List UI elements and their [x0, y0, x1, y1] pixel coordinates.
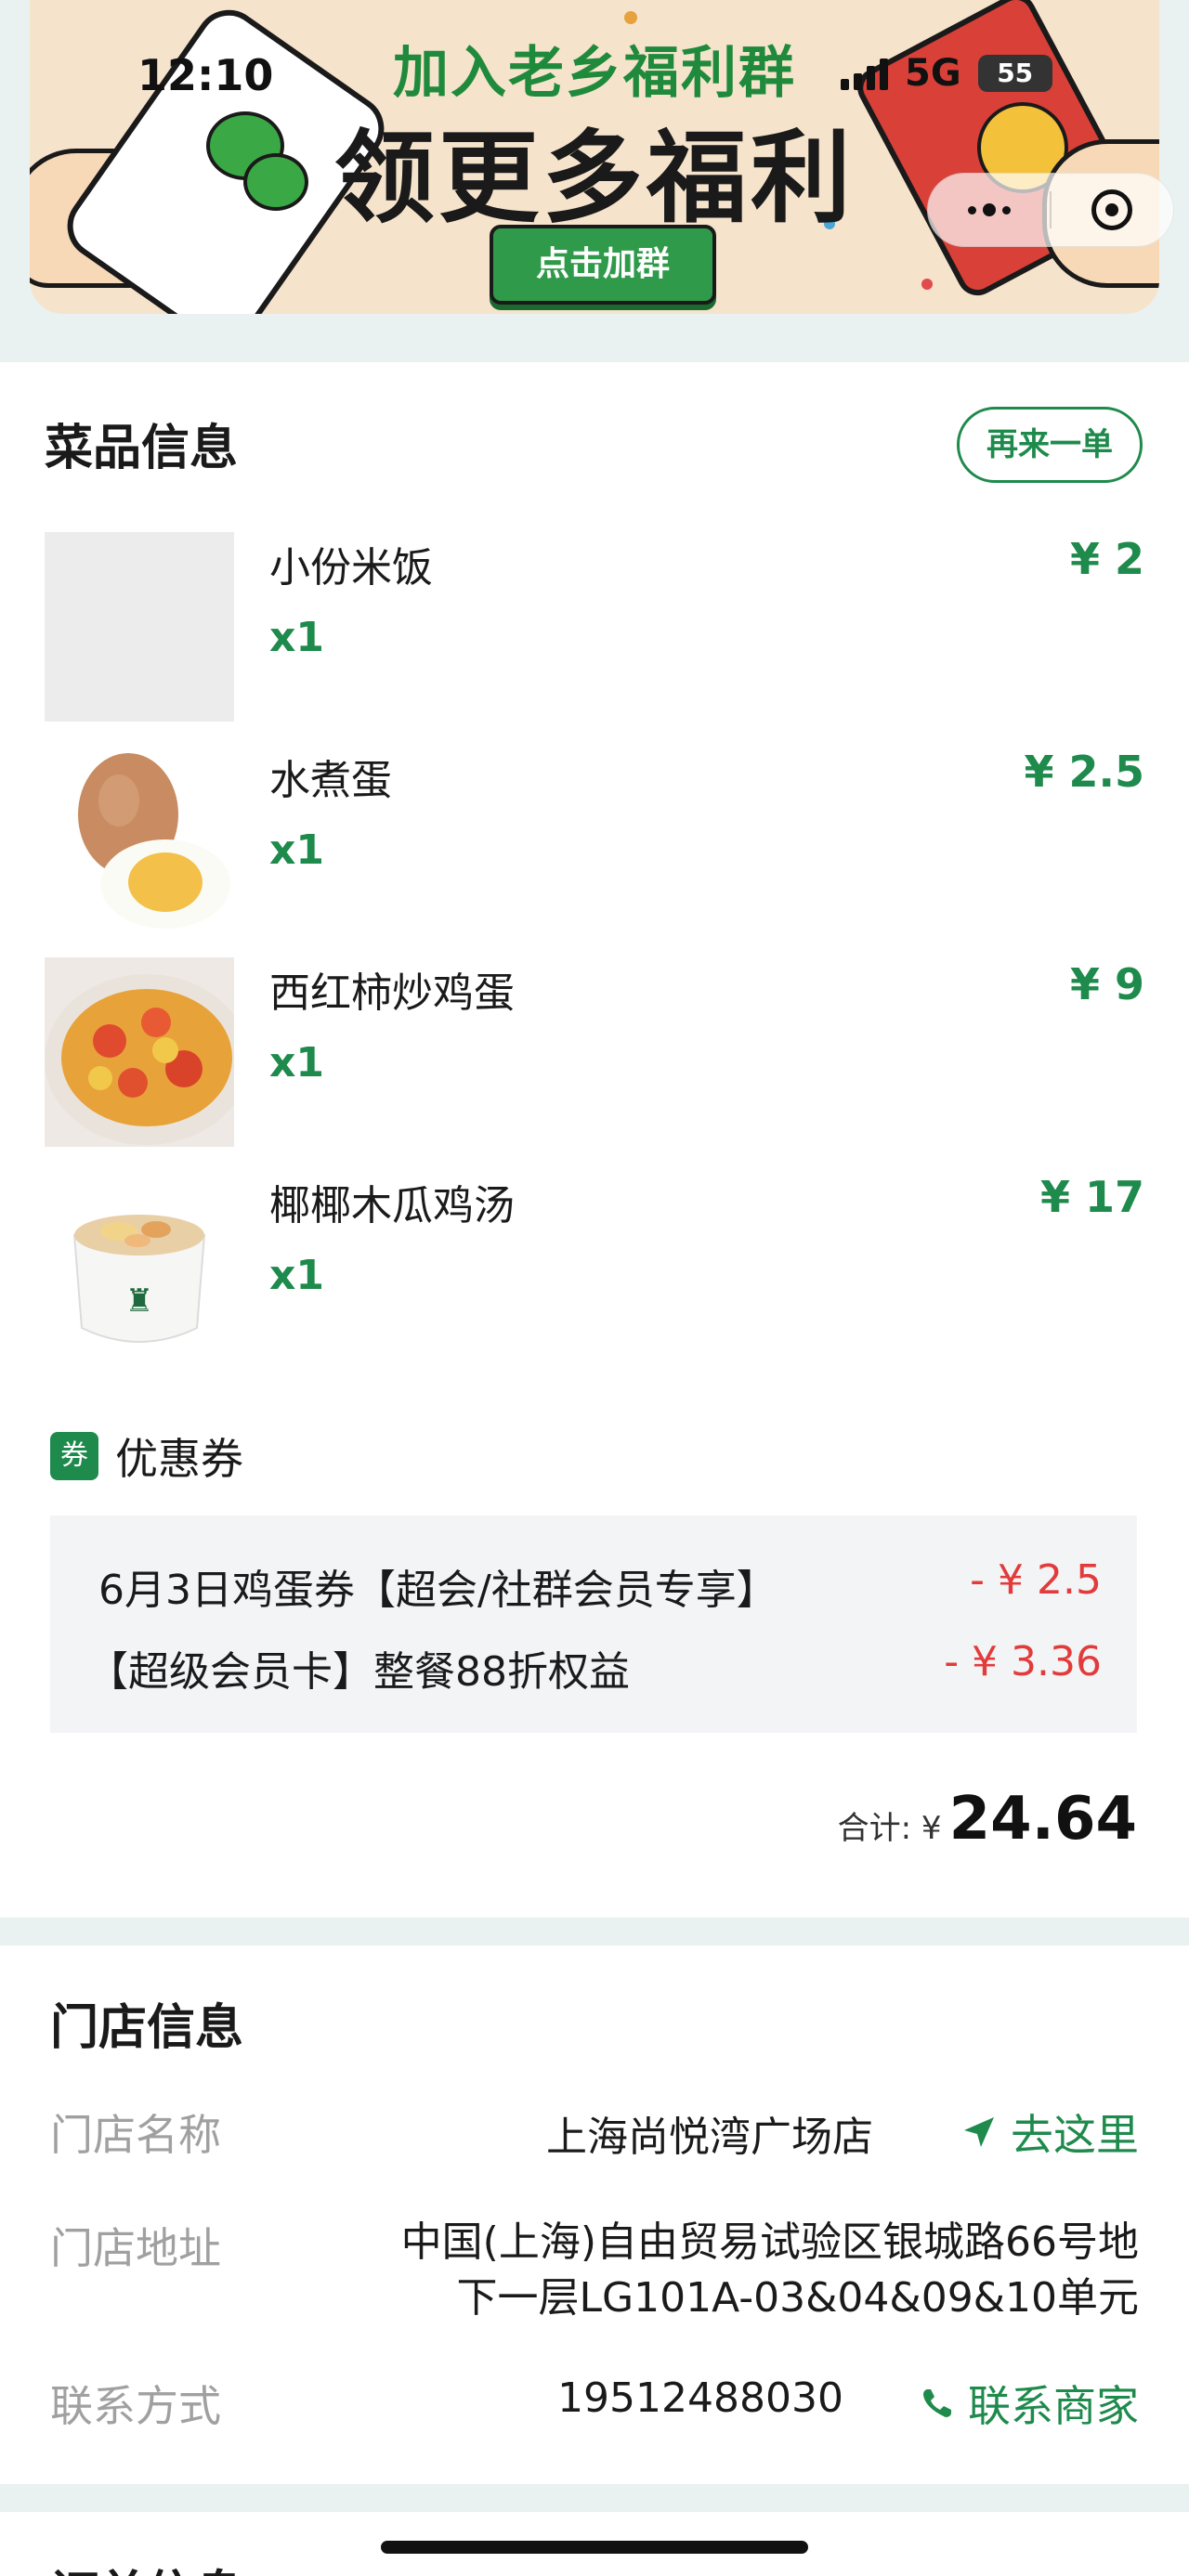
store-card: 门店信息 门店名称 上海尚悦湾广场店 去这里 门店地址 中国(上海)自由贸易试验… — [0, 1945, 1189, 2484]
dish-qty: x1 — [269, 1252, 324, 1299]
coupon-header: 券 优惠券 — [50, 1430, 243, 1484]
battery-icon: 55 — [977, 55, 1052, 92]
store-address-row: 门店地址 中国(上海)自由贸易试验区银城路66号地 下一层LG101A-03&0… — [50, 2215, 1139, 2335]
dish-image-placeholder — [45, 532, 234, 722]
store-address-value: 中国(上海)自由贸易试验区银城路66号地 下一层LG101A-03&04&09&… — [401, 2215, 1139, 2326]
dish-name: 西红柿炒鸡蛋 — [269, 969, 515, 1017]
dish-name: 椰椰木瓜鸡汤 — [269, 1182, 515, 1229]
svg-text:♜: ♜ — [125, 1282, 153, 1320]
total-label: 合计: ¥ — [837, 1810, 942, 1847]
dish-price: ¥ 2.5 — [1024, 747, 1144, 797]
coupon-name: 【超级会员卡】整餐88折权益 — [87, 1648, 630, 1696]
confetti-dot — [921, 279, 933, 290]
coupon-name: 6月3日鸡蛋券【超会/社群会员专享】 — [98, 1567, 777, 1614]
home-indicator[interactable] — [381, 2541, 808, 2554]
tomato-egg-image — [45, 974, 234, 1145]
dish-item: 西红柿炒鸡蛋 x1 ¥ 9 — [45, 957, 1144, 1147]
soup-pot-image: ♜ — [72, 1215, 206, 1343]
dish-name: 小份米饭 — [269, 544, 433, 592]
dish-name: 水煮蛋 — [269, 757, 392, 804]
contact-label: 联系方式 — [50, 2381, 221, 2431]
coupon-label: 优惠券 — [115, 1434, 243, 1484]
store-address-label: 门店地址 — [50, 2223, 221, 2273]
target-circle-icon — [1091, 189, 1133, 230]
address-line: 中国(上海)自由贸易试验区银城路66号地 — [400, 2218, 1139, 2266]
address-line: 下一层LG101A-03&04&09&10单元 — [456, 2274, 1140, 2322]
store-contact-row: 联系方式 19512488030 联系商家 — [50, 2373, 1139, 2431]
store-name-value: 上海尚悦湾广场店 — [546, 2114, 873, 2161]
coupon-amount: - ¥ 2.5 — [970, 1556, 1102, 1604]
navigate-button[interactable]: 去这里 — [960, 2101, 1139, 2163]
status-indicators: 5G 55 — [841, 48, 1052, 98]
dish-price: ¥ 9 — [1069, 959, 1144, 1009]
more-button[interactable] — [928, 174, 1050, 246]
dish-qty: x1 — [269, 614, 324, 661]
dish-price: ¥ 17 — [1039, 1172, 1144, 1222]
contact-merchant-button[interactable]: 联系商家 — [920, 2373, 1139, 2434]
join-group-button[interactable]: 点击加群 — [490, 225, 716, 305]
order-info-title: 订单信息 — [50, 2555, 243, 2576]
coupon-row: 6月3日鸡蛋券【超会/社群会员专享】 - ¥ 2.5 — [98, 1556, 1102, 1614]
store-name-row: 门店名称 上海尚悦湾广场店 去这里 — [50, 2101, 1139, 2161]
contact-merchant-label: 联系商家 — [968, 2381, 1139, 2431]
store-name-label: 门店名称 — [50, 2110, 221, 2160]
dish-item: ♜ 椰椰木瓜鸡汤 x1 ¥ 17 — [45, 1170, 1144, 1360]
coupon-list: 6月3日鸡蛋券【超会/社群会员专享】 - ¥ 2.5 【超级会员卡】整餐88折权… — [50, 1516, 1137, 1733]
reorder-button[interactable]: 再来一单 — [957, 407, 1143, 483]
signal-icon — [841, 57, 888, 90]
dish-image: ♜ — [45, 1170, 234, 1360]
dish-image — [45, 745, 234, 934]
network-type: 5G — [905, 52, 961, 95]
coupon-row: 【超级会员卡】整餐88折权益 - ¥ 3.36 — [87, 1638, 1102, 1696]
status-time: 12:10 — [137, 50, 274, 100]
dishes-card: 菜品信息 再来一单 小份米饭 x1 ¥ 2 水煮蛋 x1 ¥ 2.5 西红柿炒鸡… — [0, 362, 1189, 1918]
dishes-title: 菜品信息 — [45, 421, 239, 476]
dish-qty: x1 — [269, 826, 324, 874]
navigate-label: 去这里 — [1011, 2110, 1139, 2160]
boiled-egg-image — [78, 753, 230, 929]
navigation-arrow-icon — [964, 2117, 994, 2147]
coupon-amount: - ¥ 3.36 — [944, 1638, 1102, 1685]
more-dots-icon — [967, 203, 1011, 216]
confetti-dot — [624, 11, 637, 24]
dish-qty: x1 — [269, 1039, 324, 1086]
dish-item: 水煮蛋 x1 ¥ 2.5 — [45, 745, 1144, 934]
total-value: 24.64 — [948, 1785, 1137, 1854]
phone-icon — [923, 2389, 951, 2417]
coupon-ticket-icon: 券 — [50, 1432, 98, 1480]
store-title: 门店信息 — [50, 2000, 244, 2056]
contact-phone[interactable]: 19512488030 — [557, 2374, 843, 2422]
close-miniprogram-button[interactable] — [1052, 174, 1173, 246]
dish-price: ¥ 2 — [1069, 534, 1144, 584]
dish-item: 小份米饭 x1 ¥ 2 — [45, 532, 1144, 722]
miniprogram-capsule — [927, 173, 1174, 247]
dish-image — [45, 957, 234, 1147]
promo-banner[interactable]: 加入老乡福利群 领更多福利 点击加群 — [30, 0, 1159, 314]
order-total: 合计: ¥ 24.64 — [838, 1785, 1137, 1854]
